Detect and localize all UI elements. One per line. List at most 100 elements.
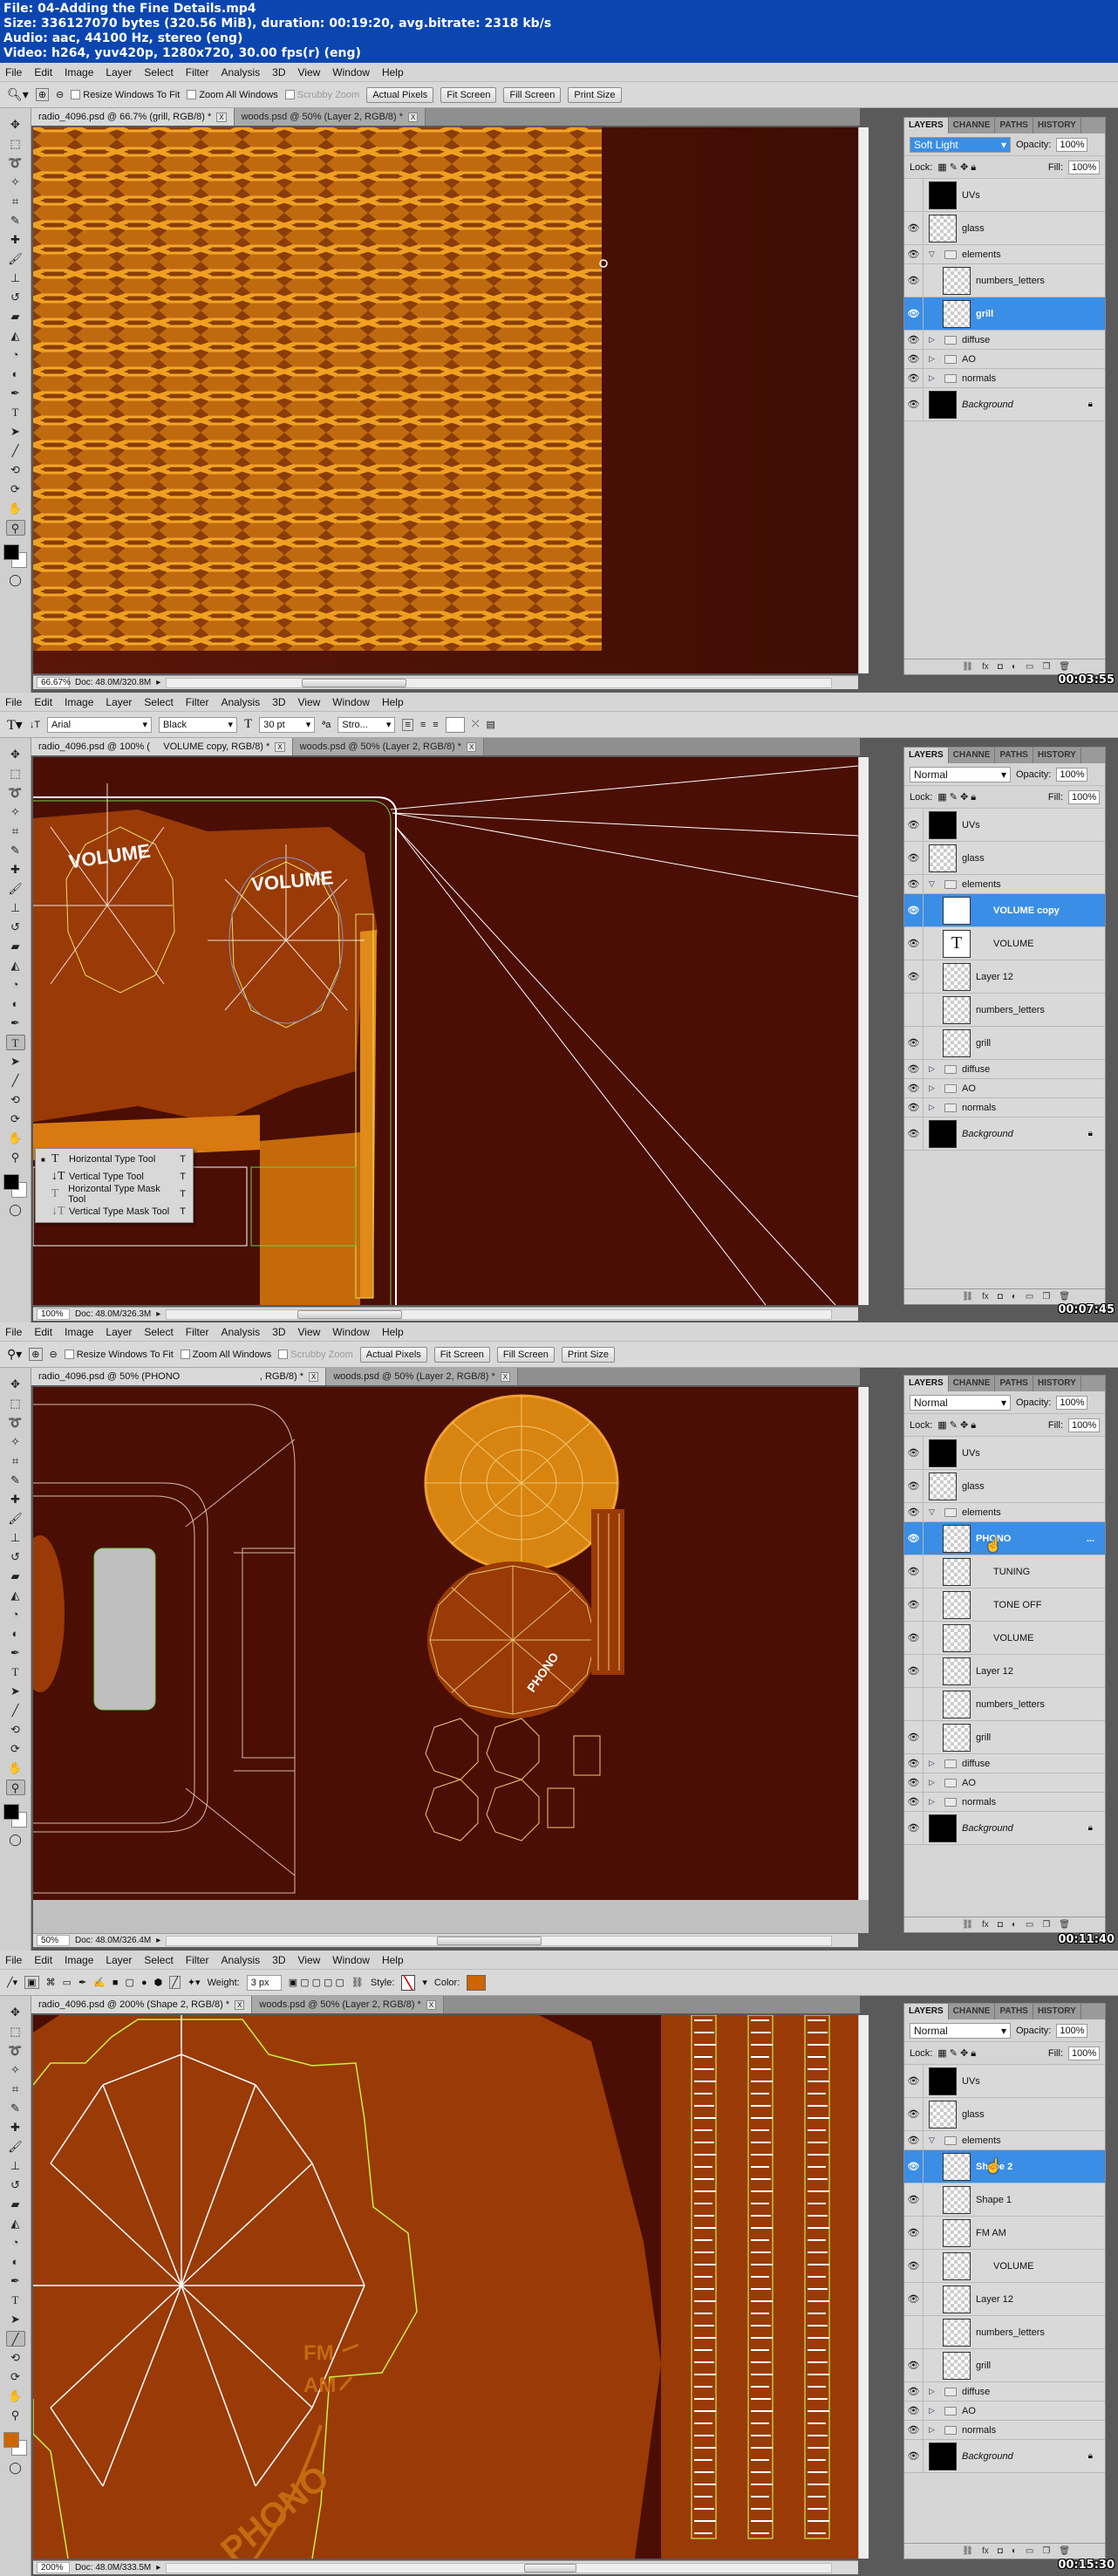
opacity-field[interactable]: 100% xyxy=(1056,2023,1088,2038)
menu-edit[interactable]: Edit xyxy=(34,696,52,708)
eye-icon[interactable]: 👁︎ xyxy=(904,960,924,993)
stamp-tool-icon[interactable]: ⊥ xyxy=(6,2158,25,2174)
fill-field[interactable]: 100% xyxy=(1068,789,1100,804)
eyedropper-icon[interactable]: ✎ xyxy=(6,843,25,858)
menu-analysis[interactable]: Analysis xyxy=(221,696,260,708)
menu-view[interactable]: View xyxy=(297,696,320,708)
expand-closed-icon[interactable]: ▷ xyxy=(929,373,939,383)
menu-analysis[interactable]: Analysis xyxy=(221,1954,260,1966)
brush-tool-icon[interactable]: 🖌︎ xyxy=(6,2139,25,2155)
3d-orbit-icon[interactable]: ⟳ xyxy=(6,482,25,497)
expand-closed-icon[interactable]: ▷ xyxy=(929,354,939,364)
vertical-scrollbar[interactable] xyxy=(858,757,869,1305)
paths-mode-icon[interactable]: ⌘ xyxy=(46,1977,56,1988)
menu-image[interactable]: Image xyxy=(65,1954,93,1966)
tab-woods-doc[interactable]: woods.psd @ 50% (Layer 2, RGB/8) * X xyxy=(252,1996,445,2013)
layer-grill[interactable]: 👁︎ grill xyxy=(904,1027,1105,1060)
menu-edit[interactable]: Edit xyxy=(34,1326,52,1338)
expand-open-icon[interactable]: ▽ xyxy=(929,1507,939,1517)
group-elements[interactable]: 👁︎ ▽ elements xyxy=(904,245,1105,264)
menu-image[interactable]: Image xyxy=(65,1326,93,1338)
expand-closed-icon[interactable]: ▷ xyxy=(929,2425,939,2435)
link-icon[interactable]: ⛓ xyxy=(962,1292,973,1302)
menu-layer[interactable]: Layer xyxy=(106,1326,132,1338)
eye-icon[interactable]: 👁︎ xyxy=(904,2217,924,2249)
history-brush-icon[interactable]: ↺ xyxy=(6,290,25,305)
menu-filter[interactable]: Filter xyxy=(186,66,209,79)
scrubby-zoom-checkbox[interactable]: Scrubby Zoom xyxy=(284,90,359,100)
style-dropdown-icon[interactable]: ▾ xyxy=(422,1977,427,1988)
crop-tool-icon[interactable]: ⌗ xyxy=(6,194,25,209)
line-tool-icon[interactable]: ╱ xyxy=(6,443,25,459)
move-tool-icon[interactable]: ✥ xyxy=(6,2005,25,2020)
brush-tool-icon[interactable]: 🖌︎ xyxy=(6,251,25,267)
eye-icon[interactable]: 👁︎ xyxy=(904,894,924,926)
path-select-icon[interactable]: ➤ xyxy=(6,424,25,440)
layer-12[interactable]: 👁︎ Layer 12 xyxy=(904,2283,1105,2316)
print-size-button[interactable]: Print Size xyxy=(568,86,622,103)
healing-brush-icon[interactable]: ✚ xyxy=(6,232,25,248)
path-select-icon[interactable]: ➤ xyxy=(6,2312,25,2327)
menu-select[interactable]: Select xyxy=(144,1954,173,1966)
group-diffuse[interactable]: 👁︎ ▷ diffuse xyxy=(904,1754,1105,1773)
eye-icon[interactable]: 👁︎ xyxy=(904,1793,924,1811)
rectangle-icon[interactable]: ■ xyxy=(112,1978,119,1988)
hand-tool-icon[interactable]: ✋ xyxy=(6,2388,25,2404)
group-normals[interactable]: 👁︎ ▷ normals xyxy=(904,369,1105,388)
eye-icon[interactable]: 👁︎ xyxy=(904,1470,924,1502)
layer-volume[interactable]: 👁︎ VOLUME xyxy=(904,2250,1105,2283)
text-orientation-icon[interactable]: ↓T xyxy=(30,720,40,730)
tab-channels[interactable]: CHANNE xyxy=(949,2004,996,2019)
horizontal-scrollbar[interactable] xyxy=(166,2562,832,2573)
color-swatches[interactable] xyxy=(3,1174,28,1199)
eye-icon[interactable]: 👁︎ xyxy=(904,809,924,841)
line-tool-icon[interactable]: ╱ xyxy=(5,2331,25,2347)
color-swatches[interactable] xyxy=(3,1804,28,1828)
blend-mode-select[interactable]: Normal ▾ xyxy=(910,2022,1011,2039)
crop-tool-icon[interactable]: ⌗ xyxy=(6,2081,25,2097)
eye-icon[interactable]: 👁︎ xyxy=(904,2098,924,2130)
zoom-tool-icon[interactable]: ⚲ xyxy=(5,1780,25,1795)
eye-icon[interactable]: 👁︎ xyxy=(904,1522,924,1554)
eye-icon[interactable]: 👁︎ xyxy=(904,2421,924,2439)
fx-icon[interactable]: fx xyxy=(982,2546,989,2556)
crop-tool-icon[interactable]: ⌗ xyxy=(6,823,25,839)
layer-volume[interactable]: 👁︎ VOLUME xyxy=(904,1622,1105,1655)
tab-paths[interactable]: PATHS xyxy=(995,748,1033,763)
trash-icon[interactable]: 🗑︎ xyxy=(1059,2546,1070,2556)
quick-mask-icon[interactable]: ◯ xyxy=(6,1202,25,1218)
menu-item-vertical-type-mask[interactable]: ↓T Vertical Type Mask Tool T xyxy=(36,1203,193,1220)
group-normals[interactable]: 👁︎ ▷ normals xyxy=(904,1793,1105,1812)
expand-closed-icon[interactable]: ▷ xyxy=(929,2387,939,2396)
stamp-tool-icon[interactable]: ⊥ xyxy=(6,1530,25,1546)
tab-radio-doc[interactable]: radio_4096.psd @ 100% ( VOLUME copy, RGB… xyxy=(31,738,293,755)
lock-icons[interactable]: ▦ ✎ ✥ 🔒︎ xyxy=(937,1419,976,1431)
eye-icon[interactable]: 👁︎ xyxy=(904,2131,924,2149)
path-select-icon[interactable]: ➤ xyxy=(6,1054,25,1069)
new-layer-icon[interactable]: ❐ xyxy=(1042,1920,1050,1930)
fx-icon[interactable]: fx xyxy=(982,662,989,672)
eye-icon[interactable]: 👁︎ xyxy=(904,1812,924,1844)
lasso-tool-icon[interactable]: ➰ xyxy=(6,1415,25,1431)
expand-closed-icon[interactable]: ▷ xyxy=(929,2406,939,2415)
type-tool-icon[interactable]: T xyxy=(6,1664,25,1680)
fill-screen-button[interactable]: Fill Screen xyxy=(496,1346,555,1363)
move-tool-icon[interactable]: ✥ xyxy=(6,117,25,133)
layer-numbers-letters[interactable]: numbers_letters xyxy=(904,1688,1105,1721)
zoom-level[interactable]: 100% xyxy=(37,1308,70,1320)
menu-3d[interactable]: 3D xyxy=(272,1954,285,1966)
group-ao[interactable]: 👁︎ ▷ AO xyxy=(904,1079,1105,1098)
blur-tool-icon[interactable]: ◔ xyxy=(6,2235,25,2251)
group-ao[interactable]: 👁︎ ▷ AO xyxy=(904,2402,1105,2421)
eye-icon[interactable]: 👁︎ xyxy=(904,2150,924,2183)
expand-closed-icon[interactable]: ▷ xyxy=(929,1103,939,1112)
mask-icon[interactable]: ◘ xyxy=(998,1292,1003,1302)
group-elements[interactable]: 👁︎ ▽ elements xyxy=(904,2131,1105,2150)
3d-orbit-icon[interactable]: ⟳ xyxy=(6,1741,25,1757)
zoom-tool-icon[interactable]: ⚲ xyxy=(6,1150,25,1165)
eye-icon[interactable]: 👁︎ xyxy=(904,842,924,874)
tab-history[interactable]: HISTORY xyxy=(1033,1376,1081,1391)
tab-channels[interactable]: CHANNE xyxy=(949,748,996,763)
menu-help[interactable]: Help xyxy=(382,1954,404,1966)
menu-filter[interactable]: Filter xyxy=(186,1954,209,1966)
